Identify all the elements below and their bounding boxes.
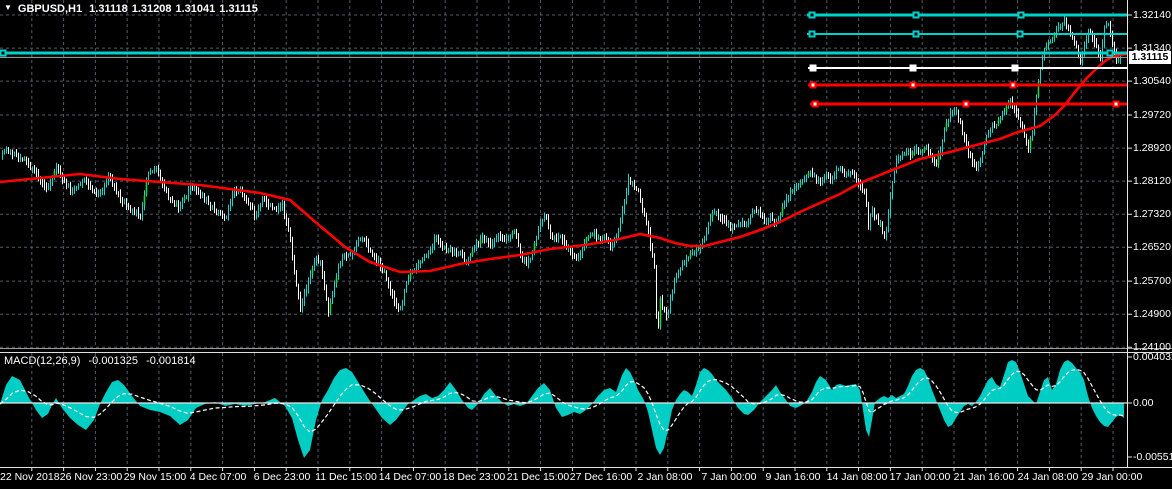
symbol-dropdown-icon[interactable]: ▼ (4, 3, 12, 12)
time-axis-label: 11 Dec 15:00 (315, 471, 377, 483)
grid (0, 0, 1127, 466)
indicator-label: MACD(12,26,9) -0.001325 -0.001814 (4, 355, 201, 367)
macd-indicator (0, 360, 1127, 458)
support-line-2[interactable] (810, 101, 1127, 108)
time-axis-label: 21 Dec 15:00 (507, 471, 569, 483)
symbol-name: GBPUSD,H1 (18, 3, 82, 15)
time-axis-label: 22 Nov 2018 (0, 471, 60, 483)
ohlc-high: 1.31208 (132, 3, 172, 15)
line-drag-handle (810, 65, 817, 72)
macd-signal-line (0, 370, 1124, 432)
time-axis-label: 29 Nov 15:00 (124, 471, 186, 483)
price-axis-label: 1.28920 (1133, 142, 1171, 154)
resistance-line-2[interactable] (807, 31, 1127, 38)
price-axis-label: 1.25700 (1133, 275, 1171, 287)
time-axis-label: 6 Dec 23:00 (254, 471, 311, 483)
time-axis-label: 7 Jan 00:00 (702, 471, 757, 483)
time-axis-label: 29 Jan 00:00 (1082, 471, 1143, 483)
ohlc-open: 1.31118 (89, 3, 128, 15)
time-axis-label: 18 Dec 23:00 (443, 471, 505, 483)
time-axis-label: 27 Dec 16:00 (570, 471, 632, 483)
symbol-ohlc-label: ▼ GBPUSD,H1 1.31118 1.31208 1.310411.31115 (4, 3, 262, 15)
candles (3, 16, 1121, 329)
pivot-line-white[interactable] (808, 65, 1127, 72)
moving-average-line (0, 54, 1127, 272)
price-axis-label: 1.29720 (1133, 109, 1171, 121)
time-axis-label: 26 Nov 23:00 (60, 471, 122, 483)
line-drag-handle (910, 65, 917, 72)
macd-area (0, 360, 1124, 458)
price-axis-label: 1.27320 (1133, 208, 1171, 220)
indicator-axis-label: 0.004032 (1133, 351, 1172, 363)
chart-window: ▼GBPUSD,H1 1.311181.312081.310411.31115 … (0, 0, 1172, 489)
price-axis-label: 1.31340 (1133, 42, 1171, 54)
price-axis-label: 1.24900 (1133, 308, 1171, 320)
time-axis-label: 4 Dec 07:00 (190, 471, 247, 483)
ohlc-close: 1.31115 (219, 3, 258, 15)
price-axis-label: 1.32140 (1133, 9, 1171, 21)
price-axis-label: 1.28120 (1133, 175, 1171, 187)
indicator-axis-label: 0.00 (1133, 397, 1153, 409)
resistance-line-3[interactable] (0, 50, 1127, 57)
time-axis-label: 21 Jan 16:00 (954, 471, 1015, 483)
price-axis-label: 1.26520 (1133, 241, 1171, 253)
indicator-value-signal: -0.001814 (146, 355, 196, 367)
indicator-value-main: -0.001325 (88, 355, 138, 367)
time-axis-label: 24 Jan 08:00 (1018, 471, 1079, 483)
time-axis-label: 9 Jan 16:00 (766, 471, 821, 483)
time-axis-label: 14 Dec 07:00 (379, 471, 441, 483)
indicator-name: MACD(12,26,9) (4, 355, 80, 367)
resistance-line-1[interactable] (807, 12, 1127, 19)
ohlc-low: 1.31041 (176, 3, 216, 15)
time-axis-label: 2 Jan 08:00 (638, 471, 693, 483)
line-drag-handle (1012, 65, 1019, 72)
chart-canvas[interactable] (0, 0, 1172, 489)
time-axis-label: 17 Jan 00:00 (890, 471, 951, 483)
time-axis-label: 14 Jan 08:00 (827, 471, 888, 483)
price-axis-label: 1.30540 (1133, 75, 1171, 87)
indicator-axis-label: -0.005514 (1133, 451, 1172, 463)
